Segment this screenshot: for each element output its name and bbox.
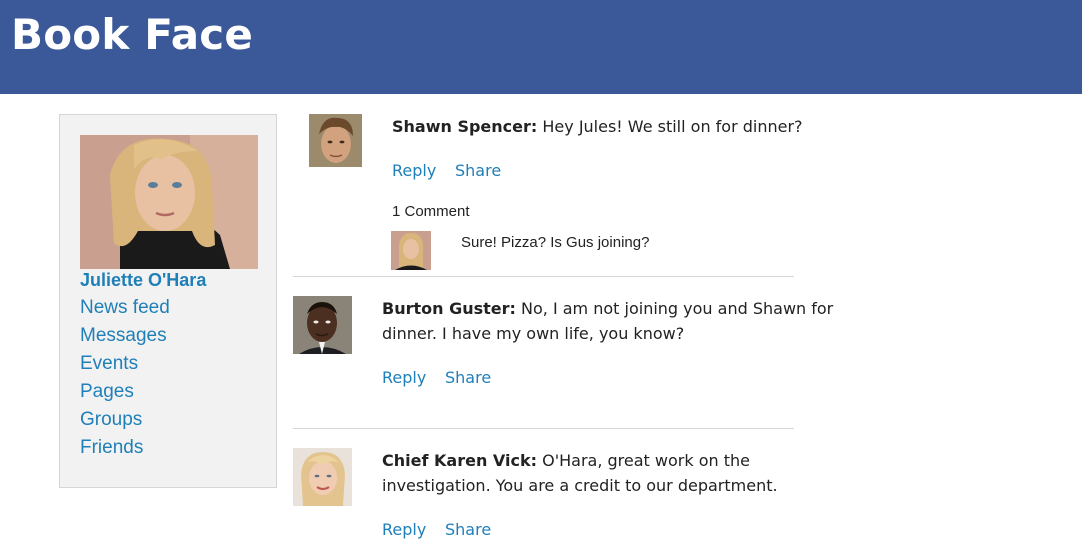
post-3-text: Chief Karen Vick: O'Hara, great work on … [382,448,778,498]
post-1-comment-count[interactable]: 1 Comment [392,203,470,220]
post-2-author[interactable]: Burton Guster: [382,299,516,318]
post-divider [293,428,794,429]
post-2-message-line1: No, I am not joining you and Shawn for [521,299,834,318]
app-logo[interactable]: Book Face [11,10,253,59]
nav-events[interactable]: Events [80,353,170,381]
profile-sidebar: Juliette O'Hara News feed Messages Event… [59,114,277,488]
nav-pages[interactable]: Pages [80,381,170,409]
nav-messages[interactable]: Messages [80,325,170,353]
avatar-burton-guster[interactable] [293,296,352,354]
post-3-message-line1: O'Hara, great work on the [542,451,750,470]
post-1-message: Hey Jules! We still on for dinner? [542,117,803,136]
top-header: Book Face [0,0,1082,94]
post-1-reply-link[interactable]: Reply [392,161,436,180]
post-3-author[interactable]: Chief Karen Vick: [382,451,537,470]
profile-photo[interactable] [80,135,258,269]
post-2-text: Burton Guster: No, I am not joining you … [382,296,833,346]
post-1-author[interactable]: Shawn Spencer: [392,117,537,136]
nav-groups[interactable]: Groups [80,409,170,437]
nav-news-feed[interactable]: News feed [80,297,170,325]
post-1-share-link[interactable]: Share [455,161,501,180]
post-2-share-link[interactable]: Share [445,368,491,387]
comment-1-text: Sure! Pizza? Is Gus joining? [461,234,650,251]
post-divider [293,276,794,277]
post-1-text: Shawn Spencer: Hey Jules! We still on fo… [392,114,803,139]
post-3-reply-link[interactable]: Reply [382,520,426,539]
profile-name-link[interactable]: Juliette O'Hara [80,270,206,291]
comment-avatar-juliette[interactable] [391,231,431,270]
nav-friends[interactable]: Friends [80,437,170,465]
avatar-shawn-spencer[interactable] [309,114,362,167]
post-3-message-line2: investigation. You are a credit to our d… [382,476,778,495]
post-2-message-line2: dinner. I have my own life, you know? [382,324,685,343]
sidebar-nav: News feed Messages Events Pages Groups F… [80,297,170,465]
avatar-karen-vick[interactable] [293,448,352,506]
post-2-reply-link[interactable]: Reply [382,368,426,387]
post-3-share-link[interactable]: Share [445,520,491,539]
